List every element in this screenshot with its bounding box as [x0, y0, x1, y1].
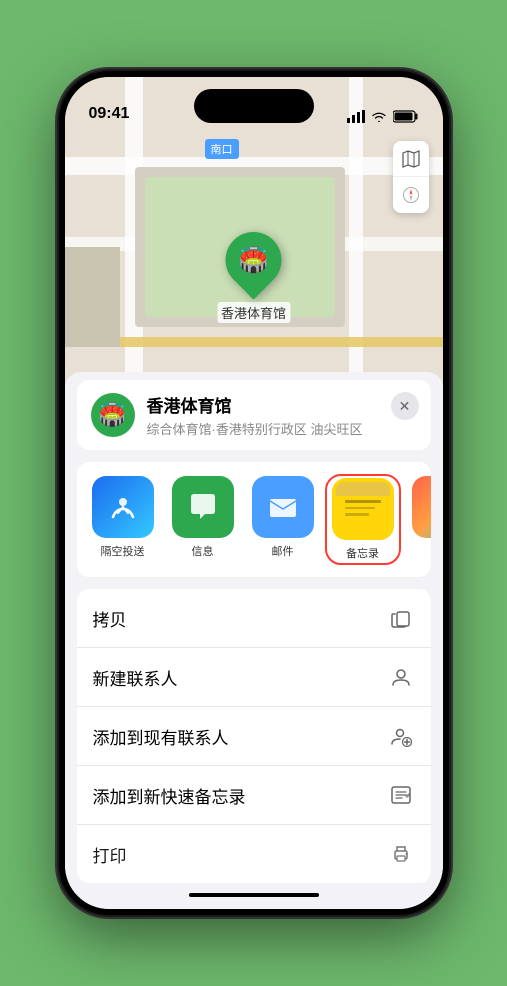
airdrop-label: 隔空投送: [101, 543, 145, 559]
share-item-more[interactable]: 提: [407, 476, 431, 559]
action-list: 拷贝 新建联系人: [77, 589, 431, 883]
share-row: 隔空投送 信息: [77, 462, 431, 577]
bottom-sheet: 🏟️ 香港体育馆 综合体育馆·香港特别行政区 油尖旺区 ✕: [65, 372, 443, 909]
action-add-existing-contact[interactable]: 添加到现有联系人: [77, 707, 431, 766]
action-copy-label: 拷贝: [93, 606, 127, 631]
phone-frame: 09:41: [59, 71, 449, 915]
map-type-button[interactable]: [393, 141, 429, 177]
location-header-card: 🏟️ 香港体育馆 综合体育馆·香港特别行政区 油尖旺区 ✕: [77, 380, 431, 450]
close-button[interactable]: ✕: [391, 392, 419, 420]
share-item-notes[interactable]: 备忘录: [327, 476, 399, 563]
location-name: 香港体育馆: [147, 392, 417, 417]
action-add-existing-contact-label: 添加到现有联系人: [93, 724, 229, 749]
messages-svg: [185, 489, 221, 525]
notes-icon: [332, 478, 394, 540]
add-existing-contact-icon: [387, 722, 415, 750]
location-venue-icon: 🏟️: [91, 393, 135, 437]
location-subtitle: 综合体育馆·香港特别行政区 油尖旺区: [147, 419, 417, 438]
status-time: 09:41: [89, 105, 130, 123]
action-copy[interactable]: 拷贝: [77, 589, 431, 648]
notes-label: 备忘录: [346, 545, 379, 561]
share-item-airdrop[interactable]: 隔空投送: [87, 476, 159, 559]
action-quick-note[interactable]: 添加到新快速备忘录: [77, 766, 431, 825]
airdrop-icon: [92, 476, 154, 538]
mail-svg: [265, 489, 301, 525]
dynamic-island: [194, 89, 314, 123]
pin-label: 香港体育馆: [217, 302, 290, 323]
battery-icon: [393, 110, 419, 123]
action-print[interactable]: 打印: [77, 825, 431, 883]
signal-bars-icon: [347, 110, 365, 123]
copy-icon: [387, 604, 415, 632]
location-pin: 🏟️ 香港体育馆: [217, 232, 290, 323]
action-print-label: 打印: [93, 842, 127, 867]
more-share-icon: [412, 476, 431, 538]
mail-icon: [252, 476, 314, 538]
location-info: 香港体育馆 综合体育馆·香港特别行政区 油尖旺区: [147, 392, 417, 438]
action-new-contact[interactable]: 新建联系人: [77, 648, 431, 707]
quick-note-icon: [387, 781, 415, 809]
phone-screen: 09:41: [65, 77, 443, 909]
pin-inner: 🏟️: [239, 246, 269, 275]
add-contact-icon: [387, 663, 415, 691]
messages-label: 信息: [192, 543, 214, 559]
action-new-contact-label: 新建联系人: [93, 665, 178, 690]
mail-label: 邮件: [272, 543, 294, 559]
airdrop-svg: [105, 489, 141, 525]
map-controls: [393, 141, 429, 213]
action-quick-note-label: 添加到新快速备忘录: [93, 783, 246, 808]
wifi-icon: [371, 111, 387, 123]
share-item-messages[interactable]: 信息: [167, 476, 239, 559]
pin-circle: 🏟️: [214, 220, 293, 299]
home-indicator: [189, 893, 319, 897]
share-item-mail[interactable]: 邮件: [247, 476, 319, 559]
messages-icon: [172, 476, 234, 538]
print-icon: [387, 840, 415, 868]
compass-button[interactable]: [393, 177, 429, 213]
map-label-nankou: 南口: [205, 139, 239, 159]
status-icons: [347, 110, 419, 123]
sheet-handle: [65, 372, 443, 380]
